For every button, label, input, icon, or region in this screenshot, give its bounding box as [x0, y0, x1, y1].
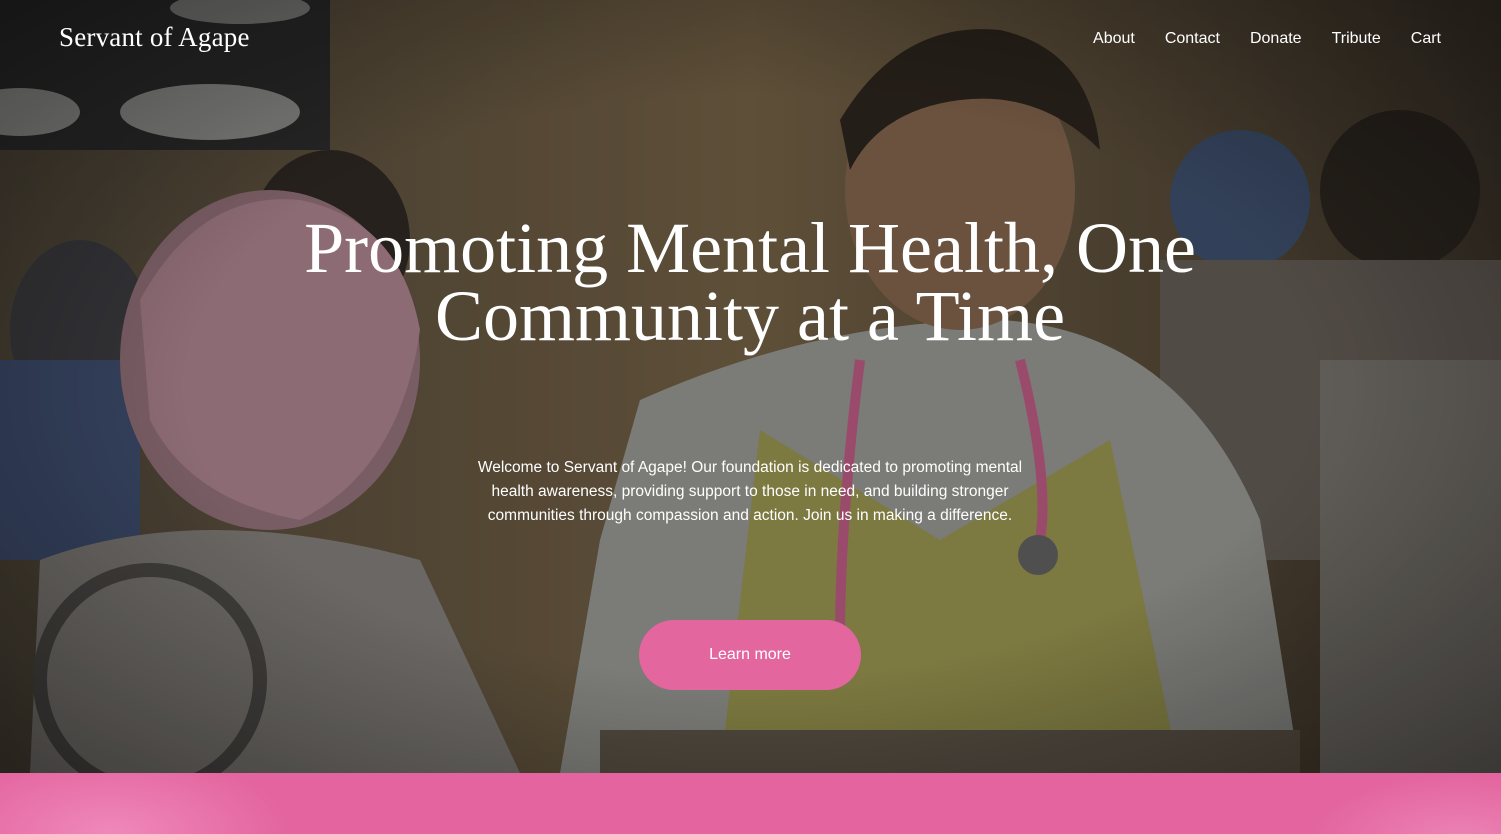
main-nav: About Contact Donate Tribute Cart: [1093, 30, 1441, 48]
site-logo[interactable]: Servant of Agape: [59, 22, 250, 53]
hero-intro-text: Welcome to Servant of Agape! Our foundat…: [477, 459, 1023, 524]
hero-section: Servant of Agape About Contact Donate Tr…: [0, 0, 1501, 773]
nav-link-about[interactable]: About: [1093, 30, 1135, 48]
learn-more-button[interactable]: Learn more: [639, 620, 861, 690]
nav-link-tribute[interactable]: Tribute: [1332, 30, 1381, 48]
next-section-band: [0, 773, 1501, 834]
nav-link-cart[interactable]: Cart: [1411, 30, 1441, 48]
site-header: Servant of Agape About Contact Donate Tr…: [0, 0, 1501, 82]
nav-link-donate[interactable]: Donate: [1250, 30, 1302, 48]
nav-link-contact[interactable]: Contact: [1165, 30, 1220, 48]
hero-headline: Promoting Mental Health, One Community a…: [304, 208, 1196, 356]
